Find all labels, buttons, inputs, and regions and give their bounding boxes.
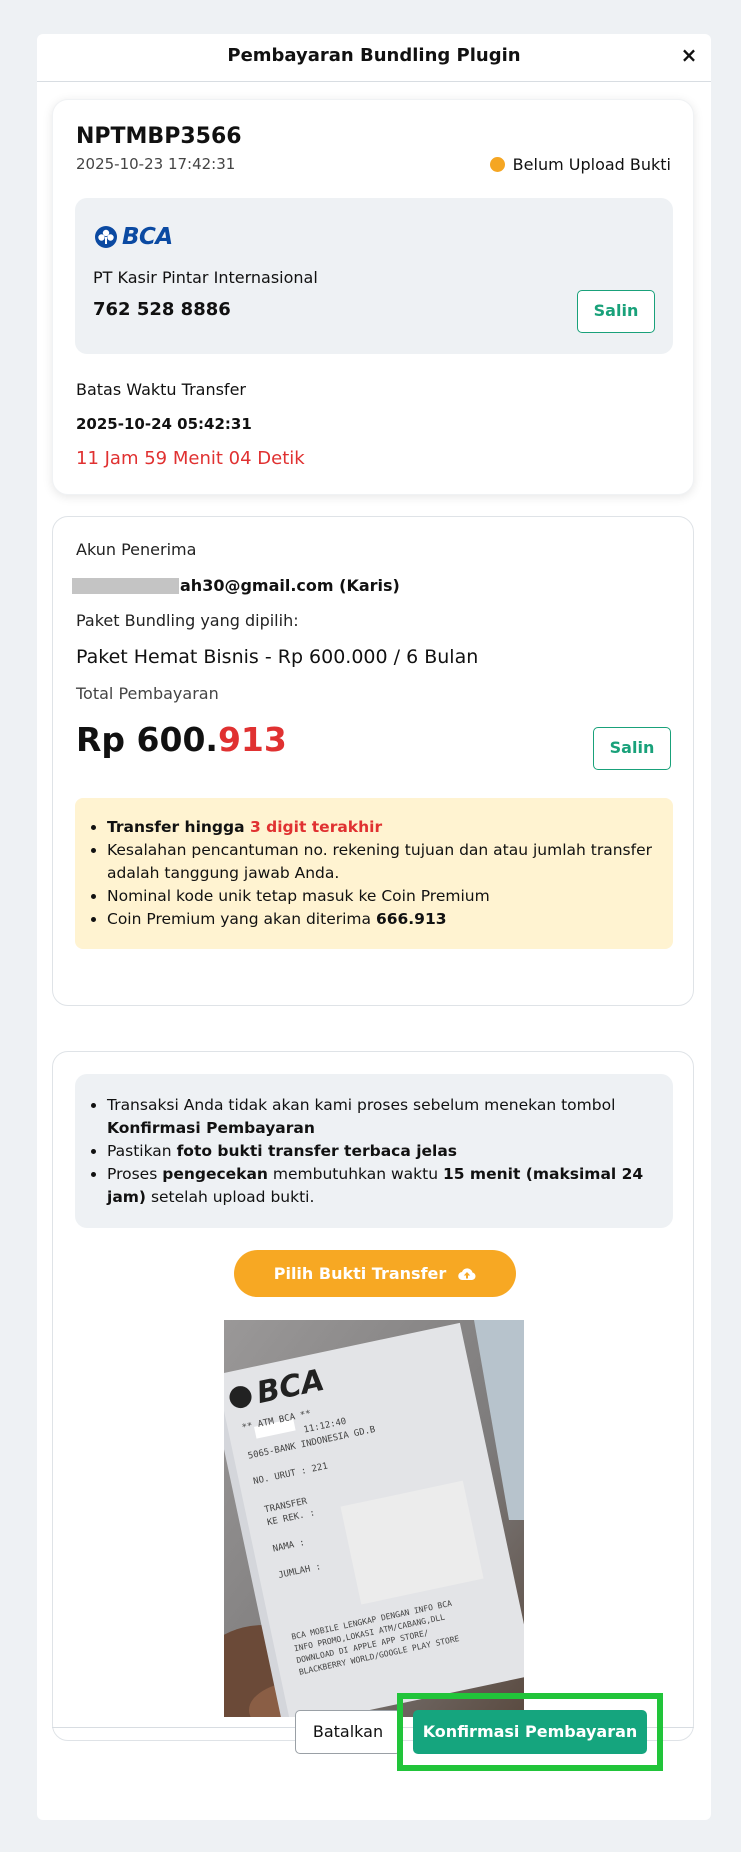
total-amount-main: Rp 600. [76, 720, 218, 759]
note-item: Kesalahan pencantuman no. rekening tujua… [107, 839, 657, 885]
bank-account-number: 762 528 8886 [93, 299, 231, 320]
copy-amount-button[interactable]: Salin [593, 727, 671, 770]
proof-image-preview: BCA ** ATM BCA ** 11:12:40 5065-BANK IND… [224, 1320, 524, 1717]
recipient-email-text: ah30@gmail.com (Karis) [180, 576, 400, 595]
info-item: Proses pengecekan membutuhkan waktu 15 m… [107, 1163, 657, 1209]
cancel-button[interactable]: Batalkan [295, 1710, 401, 1754]
total-label: Total Pembayaran [76, 684, 219, 703]
countdown-timer: 11 Jam 59 Menit 04 Detik [76, 448, 305, 469]
copy-account-button[interactable]: Salin [577, 290, 655, 333]
order-date: 2025-10-23 17:42:31 [76, 155, 236, 173]
bca-emblem-icon [95, 226, 117, 248]
confirm-payment-button[interactable]: Konfirmasi Pembayaran [413, 1710, 647, 1754]
upload-info: Transaksi Anda tidak akan kami proses se… [75, 1074, 673, 1228]
payment-summary-card: Akun Penerima ah30@gmail.com (Karis) Pak… [52, 516, 694, 1006]
recipient-email: ah30@gmail.com (Karis) [72, 576, 400, 595]
modal-header: Pembayaran Bundling Plugin × [37, 34, 711, 82]
choose-proof-button[interactable]: Pilih Bukti Transfer [234, 1250, 516, 1297]
order-id: NPTMBP3566 [76, 124, 242, 149]
note-item: Coin Premium yang akan diterima 666.913 [107, 908, 657, 931]
status-dot-icon [489, 157, 505, 172]
total-amount-unique: 913 [217, 720, 287, 759]
note-item: Nominal kode unik tetap masuk ke Coin Pr… [107, 885, 657, 908]
payment-modal: Pembayaran Bundling Plugin × NPTMBP3566 … [37, 34, 711, 1820]
recipient-label: Akun Penerima [76, 540, 197, 559]
redacted-block [72, 577, 179, 594]
upload-card: Transaksi Anda tidak akan kami proses se… [52, 1051, 694, 1741]
package-label: Paket Bundling yang dipilih: [76, 611, 299, 630]
bank-owner: PT Kasir Pintar Internasional [93, 268, 318, 287]
choose-proof-label: Pilih Bukti Transfer [273, 1264, 447, 1283]
deadline-value: 2025-10-24 05:42:31 [76, 415, 252, 433]
bank-account-box: BCA PT Kasir Pintar Internasional 762 52… [75, 198, 673, 354]
status-badge: Belum Upload Bukti [489, 155, 671, 174]
package-value: Paket Hemat Bisnis - Rp 600.000 / 6 Bula… [76, 646, 479, 668]
info-item: Pastikan foto bukti transfer terbaca jel… [107, 1140, 657, 1163]
status-text: Belum Upload Bukti [512, 155, 671, 174]
info-item: Transaksi Anda tidak akan kami proses se… [107, 1094, 657, 1140]
deadline-label: Batas Waktu Transfer [76, 380, 246, 399]
receipt-photo: BCA ** ATM BCA ** 11:12:40 5065-BANK IND… [224, 1320, 524, 1717]
bca-logo: BCA [93, 224, 173, 250]
note-item: Transfer hingga 3 digit terakhir [107, 816, 657, 839]
cloud-upload-icon [458, 1267, 476, 1280]
bca-logo-text: BCA [122, 224, 173, 250]
transfer-notes: Transfer hingga 3 digit terakhir Kesalah… [75, 798, 673, 949]
order-card: NPTMBP3566 2025-10-23 17:42:31 Belum Upl… [52, 99, 694, 495]
modal-title: Pembayaran Bundling Plugin [227, 45, 521, 66]
close-icon[interactable]: × [679, 40, 699, 70]
total-amount: Rp 600.913 [76, 720, 287, 759]
